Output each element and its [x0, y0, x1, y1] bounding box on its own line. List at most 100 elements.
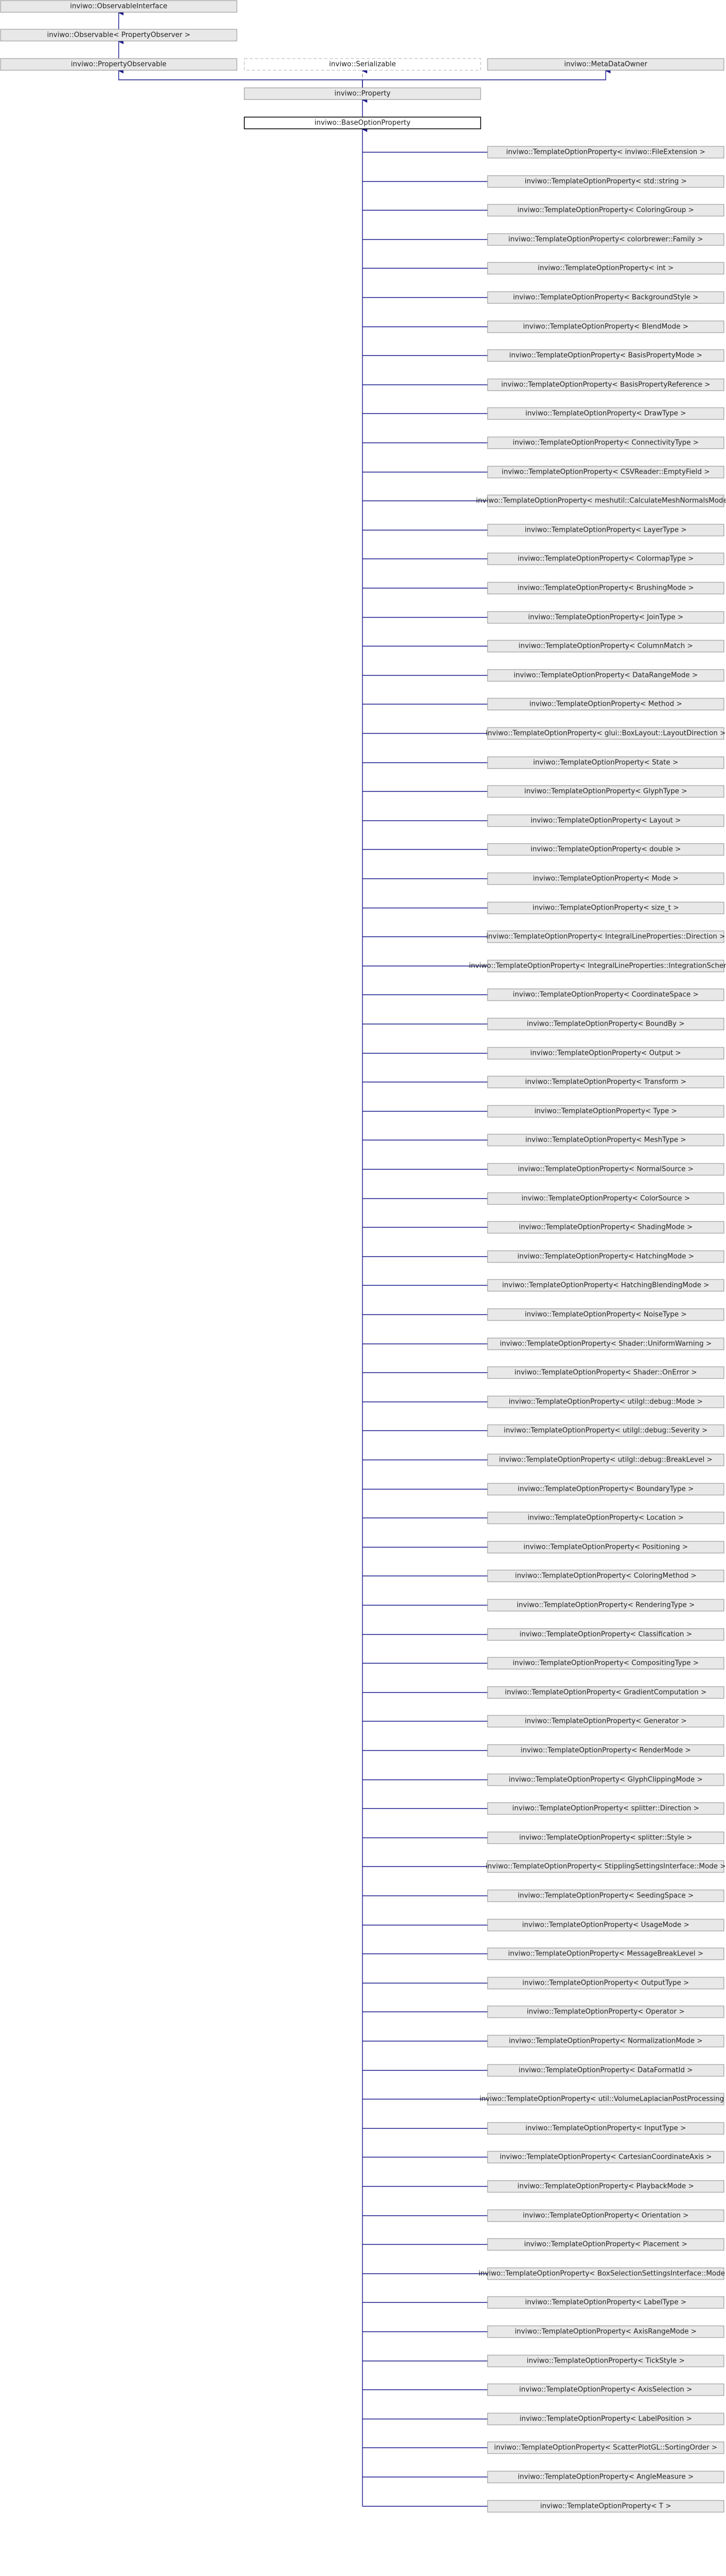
derived-node[interactable]: inviwo::TemplateOptionProperty< LabelPos… [487, 2413, 724, 2425]
derived-node[interactable]: inviwo::TemplateOptionProperty< UsageMod… [487, 1919, 724, 1931]
derived-node-label: inviwo::TemplateOptionProperty< Generato… [525, 1718, 687, 1725]
derived-node[interactable]: inviwo::TemplateOptionProperty< Shader::… [487, 1366, 724, 1379]
derived-node[interactable]: inviwo::TemplateOptionProperty< inviwo::… [487, 146, 724, 159]
node-property-observable[interactable]: inviwo::PropertyObservable [0, 58, 237, 71]
derived-node[interactable]: inviwo::TemplateOptionProperty< Coloring… [487, 1570, 724, 1582]
derived-node[interactable]: inviwo::TemplateOptionProperty< int > [487, 262, 724, 275]
derived-node[interactable]: inviwo::TemplateOptionProperty< BlendMod… [487, 320, 724, 333]
derived-node[interactable]: inviwo::TemplateOptionProperty< BoundBy … [487, 1018, 724, 1030]
derived-node[interactable]: inviwo::TemplateOptionProperty< OutputTy… [487, 1977, 724, 1989]
derived-node[interactable]: inviwo::TemplateOptionProperty< Connecti… [487, 436, 724, 449]
derived-node[interactable]: inviwo::TemplateOptionProperty< DataRang… [487, 669, 724, 682]
derived-node[interactable]: inviwo::TemplateOptionProperty< NormalSo… [487, 1163, 724, 1176]
derived-node[interactable]: inviwo::TemplateOptionProperty< RenderMo… [487, 1744, 724, 1757]
derived-node[interactable]: inviwo::TemplateOptionProperty< InputTyp… [487, 2122, 724, 2135]
derived-node[interactable]: inviwo::TemplateOptionProperty< utilgl::… [487, 1424, 724, 1437]
derived-node[interactable]: inviwo::TemplateOptionProperty< Orientat… [487, 2209, 724, 2222]
derived-node[interactable]: inviwo::TemplateOptionProperty< Location… [487, 1512, 724, 1524]
derived-node[interactable]: inviwo::TemplateOptionProperty< Classifi… [487, 1628, 724, 1641]
derived-node[interactable]: inviwo::TemplateOptionProperty< size_t > [487, 902, 724, 914]
derived-node[interactable]: inviwo::TemplateOptionProperty< GlyphTyp… [487, 785, 724, 798]
derived-node[interactable]: inviwo::TemplateOptionProperty< SeedingS… [487, 1889, 724, 1902]
derived-node-label: inviwo::TemplateOptionProperty< BasisPro… [501, 381, 711, 389]
derived-node[interactable]: inviwo::TemplateOptionProperty< ColumnMa… [487, 640, 724, 653]
derived-node-label: inviwo::TemplateOptionProperty< Integral… [486, 933, 725, 941]
derived-node[interactable]: inviwo::TemplateOptionProperty< Generato… [487, 1715, 724, 1728]
derived-node[interactable]: inviwo::TemplateOptionProperty< NoiseTyp… [487, 1308, 724, 1321]
derived-node[interactable]: inviwo::TemplateOptionProperty< BasisPro… [487, 349, 724, 362]
derived-node[interactable]: inviwo::TemplateOptionProperty< AngleMea… [487, 2471, 724, 2483]
derived-node[interactable]: inviwo::TemplateOptionProperty< Backgrou… [487, 291, 724, 304]
derived-node[interactable]: inviwo::TemplateOptionProperty< Integral… [469, 960, 726, 972]
derived-node[interactable]: inviwo::TemplateOptionProperty< DataForm… [487, 2064, 724, 2077]
node-observable-property-observer[interactable]: inviwo::Observable< PropertyObserver > [0, 29, 237, 42]
derived-node[interactable]: inviwo::TemplateOptionProperty< CSVReade… [487, 466, 724, 478]
derived-node[interactable]: inviwo::TemplateOptionProperty< Mode > [487, 872, 724, 885]
derived-node[interactable]: inviwo::TemplateOptionProperty< Boundary… [487, 1483, 724, 1496]
derived-node-label: inviwo::TemplateOptionProperty< Integral… [469, 962, 726, 970]
derived-node[interactable]: inviwo::TemplateOptionProperty< Integral… [486, 930, 725, 943]
derived-node[interactable]: inviwo::TemplateOptionProperty< BasisPro… [487, 378, 724, 391]
derived-node[interactable]: inviwo::TemplateOptionProperty< Coordina… [487, 988, 724, 1001]
derived-node[interactable]: inviwo::TemplateOptionProperty< Method > [487, 698, 724, 711]
derived-node-label: inviwo::TemplateOptionProperty< Connecti… [513, 439, 699, 447]
derived-node[interactable]: inviwo::TemplateOptionProperty< Position… [487, 1541, 724, 1554]
derived-node[interactable]: inviwo::TemplateOptionProperty< LabelTyp… [487, 2296, 724, 2309]
derived-node-label: inviwo::TemplateOptionProperty< Coloring… [515, 1572, 696, 1580]
derived-node[interactable]: inviwo::TemplateOptionProperty< std::str… [487, 175, 724, 188]
derived-node[interactable]: inviwo::TemplateOptionProperty< meshutil… [476, 494, 726, 507]
derived-node[interactable]: inviwo::TemplateOptionProperty< utilgl::… [487, 1396, 724, 1408]
derived-node[interactable]: inviwo::TemplateOptionProperty< State > [487, 756, 724, 769]
derived-node-label: inviwo::TemplateOptionProperty< splitter… [512, 1805, 699, 1813]
derived-node[interactable]: inviwo::TemplateOptionProperty< Output > [487, 1047, 724, 1060]
derived-node[interactable]: inviwo::TemplateOptionProperty< double > [487, 843, 724, 856]
node-property[interactable]: inviwo::Property [244, 87, 481, 100]
derived-node[interactable]: inviwo::TemplateOptionProperty< ScatterP… [487, 2441, 724, 2454]
derived-node[interactable]: inviwo::TemplateOptionProperty< Transfor… [487, 1076, 724, 1088]
derived-node[interactable]: inviwo::TemplateOptionProperty< Normaliz… [487, 2035, 724, 2047]
derived-node[interactable]: inviwo::TemplateOptionProperty< AxisSele… [487, 2383, 724, 2396]
node-observable-interface[interactable]: inviwo::ObservableInterface [0, 0, 237, 13]
derived-node[interactable]: inviwo::TemplateOptionProperty< Placemen… [487, 2238, 724, 2251]
derived-node[interactable]: inviwo::TemplateOptionProperty< ColorSou… [487, 1192, 724, 1205]
derived-node[interactable]: inviwo::TemplateOptionProperty< GlyphCli… [487, 1773, 724, 1786]
derived-node[interactable]: inviwo::TemplateOptionProperty< Shader::… [487, 1337, 724, 1350]
derived-node[interactable]: inviwo::TemplateOptionProperty< glui::Bo… [486, 727, 726, 740]
derived-node[interactable]: inviwo::TemplateOptionProperty< AxisRang… [487, 2325, 724, 2338]
derived-node[interactable]: inviwo::TemplateOptionProperty< Colormap… [487, 552, 724, 565]
node-base-option-property[interactable]: inviwo::BaseOptionProperty [244, 117, 481, 129]
derived-node[interactable]: inviwo::TemplateOptionProperty< colorbre… [487, 233, 724, 246]
derived-node[interactable]: inviwo::TemplateOptionProperty< splitter… [487, 1831, 724, 1844]
node-metadata-owner[interactable]: inviwo::MetaDataOwner [487, 58, 724, 71]
derived-node[interactable]: inviwo::TemplateOptionProperty< splitter… [487, 1802, 724, 1815]
derived-node[interactable]: inviwo::TemplateOptionProperty< LayerTyp… [487, 524, 724, 536]
derived-node-label: inviwo::TemplateOptionProperty< Cartesia… [500, 2153, 712, 2161]
derived-node[interactable]: inviwo::TemplateOptionProperty< Cartesia… [487, 2151, 724, 2164]
derived-node[interactable]: inviwo::TemplateOptionProperty< Playback… [487, 2180, 724, 2193]
derived-node[interactable]: inviwo::TemplateOptionProperty< Brushing… [487, 582, 724, 595]
derived-node-label: inviwo::TemplateOptionProperty< LayerTyp… [525, 526, 687, 534]
node-label: inviwo::Serializable [329, 61, 396, 69]
derived-node[interactable]: inviwo::TemplateOptionProperty< MeshType… [487, 1134, 724, 1146]
node-serializable[interactable]: inviwo::Serializable [244, 58, 481, 71]
derived-node[interactable]: inviwo::TemplateOptionProperty< Operator… [487, 2005, 724, 2018]
derived-node[interactable]: inviwo::TemplateOptionProperty< JoinType… [487, 611, 724, 624]
derived-node[interactable]: inviwo::TemplateOptionProperty< ShadingM… [487, 1221, 724, 1234]
derived-node[interactable]: inviwo::TemplateOptionProperty< T > [487, 2500, 724, 2513]
derived-node[interactable]: inviwo::TemplateOptionProperty< TickStyl… [487, 2355, 724, 2367]
derived-node[interactable]: inviwo::TemplateOptionProperty< BoxSelec… [478, 2267, 726, 2280]
derived-node[interactable]: inviwo::TemplateOptionProperty< Gradient… [487, 1686, 724, 1699]
derived-node[interactable]: inviwo::TemplateOptionProperty< Hatching… [487, 1279, 724, 1292]
derived-node[interactable]: inviwo::TemplateOptionProperty< DrawType… [487, 407, 724, 420]
derived-node[interactable]: inviwo::TemplateOptionProperty< Layout > [487, 814, 724, 827]
derived-node[interactable]: inviwo::TemplateOptionProperty< Composit… [487, 1657, 724, 1670]
derived-node[interactable]: inviwo::TemplateOptionProperty< utilgl::… [487, 1454, 724, 1466]
derived-node-label: inviwo::TemplateOptionProperty< Output > [530, 1050, 681, 1058]
derived-node[interactable]: inviwo::TemplateOptionProperty< Stipplin… [485, 1860, 726, 1873]
derived-node[interactable]: inviwo::TemplateOptionProperty< Coloring… [487, 204, 724, 217]
derived-node[interactable]: inviwo::TemplateOptionProperty< util::Vo… [480, 2093, 726, 2106]
derived-node[interactable]: inviwo::TemplateOptionProperty< Type > [487, 1105, 724, 1118]
derived-node[interactable]: inviwo::TemplateOptionProperty< Renderin… [487, 1599, 724, 1612]
derived-node[interactable]: inviwo::TemplateOptionProperty< MessageB… [487, 1947, 724, 1960]
derived-node[interactable]: inviwo::TemplateOptionProperty< Hatching… [487, 1250, 724, 1263]
